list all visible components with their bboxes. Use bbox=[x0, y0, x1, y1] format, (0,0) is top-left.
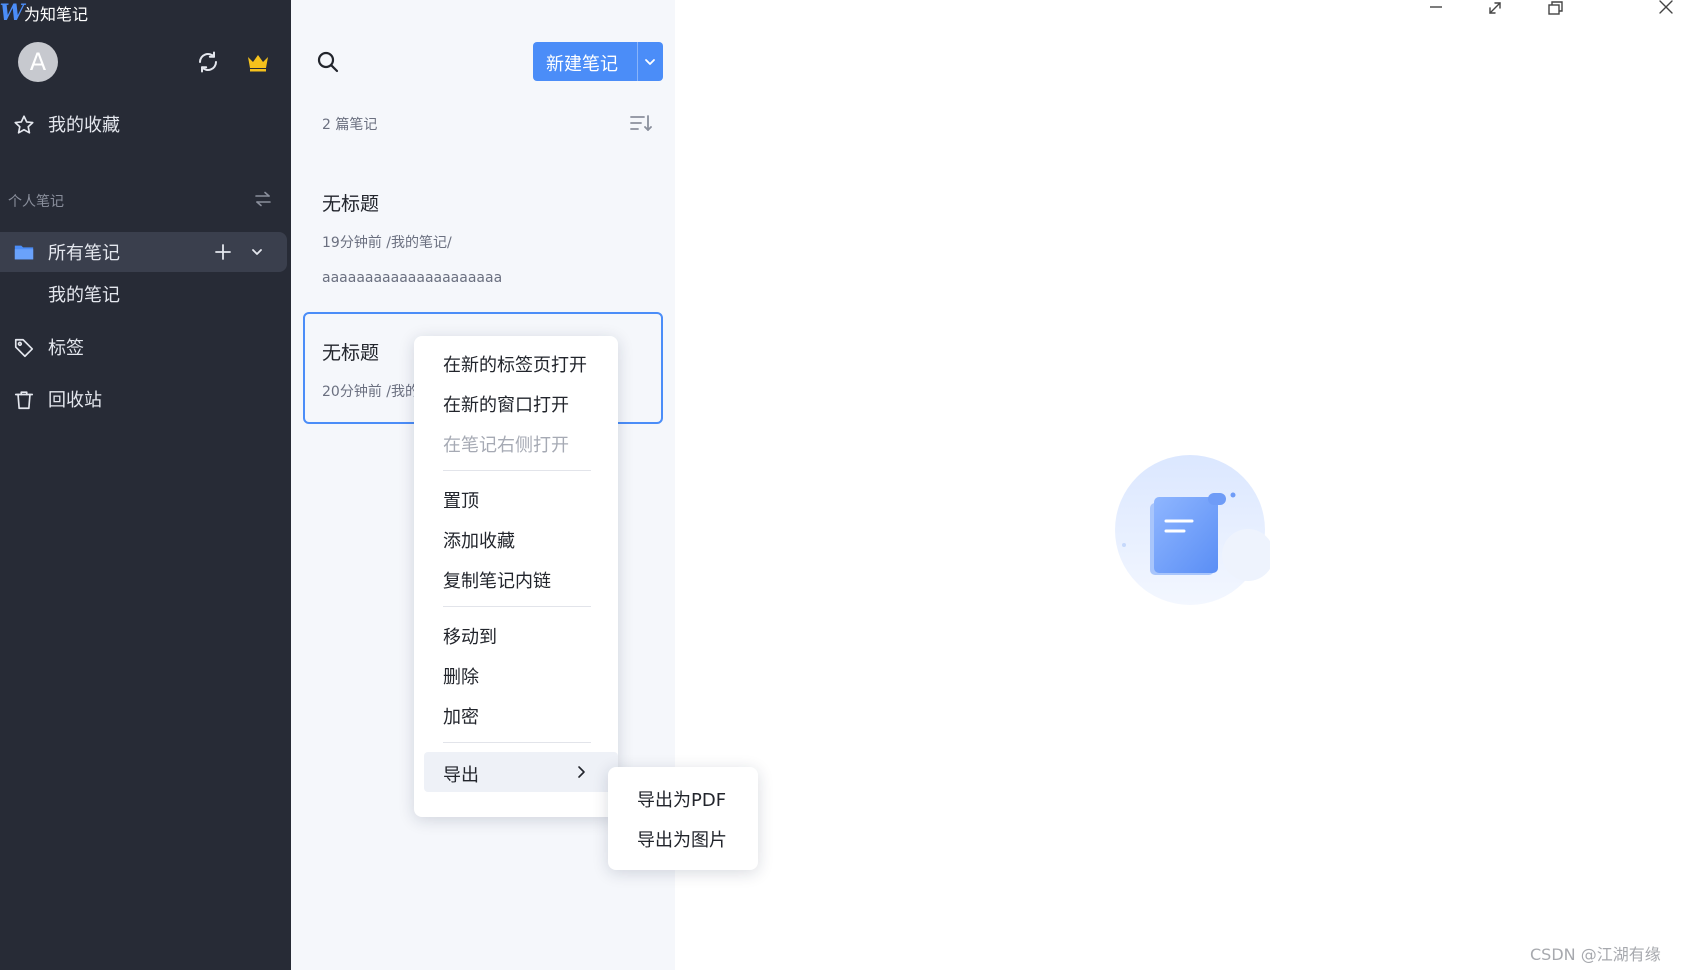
menu-item-export[interactable]: 导出 bbox=[424, 752, 618, 792]
menu-item-label: 置顶 bbox=[443, 491, 479, 512]
note-title: 无标题 bbox=[322, 193, 380, 215]
menu-item-open-right: 在笔记右侧打开 bbox=[414, 424, 618, 460]
sidebar-item-label: 回收站 bbox=[48, 390, 102, 411]
switch-icon[interactable] bbox=[254, 191, 272, 207]
sidebar-item-all-notes[interactable]: 所有笔记 bbox=[0, 232, 287, 272]
sort-icon[interactable] bbox=[629, 113, 653, 133]
watermark: CSDN @江湖有缘 bbox=[1530, 945, 1661, 964]
sidebar-item-my-notes[interactable]: 我的笔记 bbox=[0, 275, 291, 313]
menu-item-open-new-window[interactable]: 在新的窗口打开 bbox=[414, 384, 618, 420]
menu-item-move-to[interactable]: 移动到 bbox=[414, 616, 618, 652]
sidebar-item-label: 我的收藏 bbox=[48, 115, 120, 136]
menu-item-label: 复制笔记内链 bbox=[443, 571, 551, 592]
note-meta: 19分钟前 /我的笔记/ bbox=[322, 235, 452, 251]
sidebar-item-tags[interactable]: 标签 bbox=[0, 328, 291, 366]
chevron-down-icon[interactable] bbox=[643, 55, 657, 69]
chevron-right-icon bbox=[578, 766, 585, 778]
menu-item-add-favorite[interactable]: 添加收藏 bbox=[414, 520, 618, 556]
menu-item-label: 导出为PDF bbox=[637, 790, 727, 811]
sidebar-item-trash[interactable]: 回收站 bbox=[0, 380, 291, 418]
sidebar-item-label: 标签 bbox=[48, 338, 84, 359]
export-submenu: 导出为PDF 导出为图片 bbox=[608, 767, 758, 870]
sidebar-item-label: 我的笔记 bbox=[48, 285, 120, 306]
editor-area: CSDN @江湖有缘 bbox=[675, 0, 1682, 970]
new-note-button[interactable]: 新建笔记 bbox=[533, 42, 663, 81]
menu-item-export-image[interactable]: 导出为图片 bbox=[608, 819, 758, 855]
menu-item-open-new-tab[interactable]: 在新的标签页打开 bbox=[414, 344, 618, 380]
fullscreen-icon[interactable] bbox=[1484, 0, 1506, 16]
context-menu: 在新的标签页打开 在新的窗口打开 在笔记右侧打开 置顶 添加收藏 复制笔记内链 … bbox=[414, 336, 618, 817]
app-title-bar: W 为知笔记 bbox=[0, 0, 88, 26]
empty-note-illustration-icon bbox=[1115, 455, 1270, 605]
app-title: 为知笔记 bbox=[24, 5, 89, 24]
section-title-personal-notes: 个人笔记 bbox=[8, 194, 64, 210]
menu-item-label: 移动到 bbox=[443, 627, 497, 648]
note-title: 无标题 bbox=[322, 342, 380, 364]
menu-divider bbox=[443, 470, 591, 471]
sidebar-item-favorites[interactable]: 我的收藏 bbox=[0, 105, 291, 143]
menu-item-label: 在新的窗口打开 bbox=[443, 395, 569, 416]
menu-divider bbox=[443, 742, 591, 743]
menu-divider bbox=[443, 606, 591, 607]
avatar[interactable]: A bbox=[18, 42, 58, 82]
menu-item-label: 删除 bbox=[443, 667, 479, 688]
menu-item-label: 添加收藏 bbox=[443, 531, 515, 552]
menu-item-pin[interactable]: 置顶 bbox=[414, 480, 618, 516]
sidebar: W 为知笔记 A 我的收藏 个人笔记 所有笔记 我的笔记 标签 回收站 bbox=[0, 0, 291, 970]
new-note-label: 新建笔记 bbox=[546, 54, 618, 75]
star-icon bbox=[14, 115, 34, 134]
menu-item-label: 加密 bbox=[443, 707, 479, 728]
folder-icon bbox=[14, 245, 34, 260]
app-logo: W bbox=[0, 0, 25, 26]
restore-icon[interactable] bbox=[1544, 0, 1566, 16]
menu-item-export-pdf[interactable]: 导出为PDF bbox=[608, 779, 758, 815]
close-icon[interactable] bbox=[1655, 0, 1677, 16]
menu-item-copy-link[interactable]: 复制笔记内链 bbox=[414, 560, 618, 596]
plus-icon[interactable] bbox=[213, 242, 233, 262]
sync-icon[interactable] bbox=[196, 50, 220, 74]
search-icon[interactable] bbox=[316, 50, 340, 74]
menu-item-label: 导出为图片 bbox=[637, 830, 727, 851]
menu-item-delete[interactable]: 删除 bbox=[414, 656, 618, 692]
tag-icon bbox=[14, 338, 34, 358]
chevron-down-icon[interactable] bbox=[250, 245, 264, 259]
trash-icon bbox=[14, 391, 34, 410]
menu-item-encrypt[interactable]: 加密 bbox=[414, 696, 618, 732]
note-count: 2 篇笔记 bbox=[322, 117, 378, 133]
sidebar-item-label: 所有笔记 bbox=[48, 243, 120, 264]
button-divider bbox=[637, 42, 638, 81]
crown-icon[interactable] bbox=[246, 50, 270, 74]
note-list-item[interactable]: 无标题 19分钟前 /我的笔记/ aaaaaaaaaaaaaaaaaaaaa bbox=[303, 163, 663, 286]
minimize-icon[interactable] bbox=[1425, 0, 1447, 16]
menu-item-label: 导出 bbox=[443, 765, 479, 786]
note-preview: aaaaaaaaaaaaaaaaaaaaa bbox=[322, 270, 503, 286]
menu-item-label: 在笔记右侧打开 bbox=[443, 435, 569, 456]
menu-item-label: 在新的标签页打开 bbox=[443, 355, 587, 376]
